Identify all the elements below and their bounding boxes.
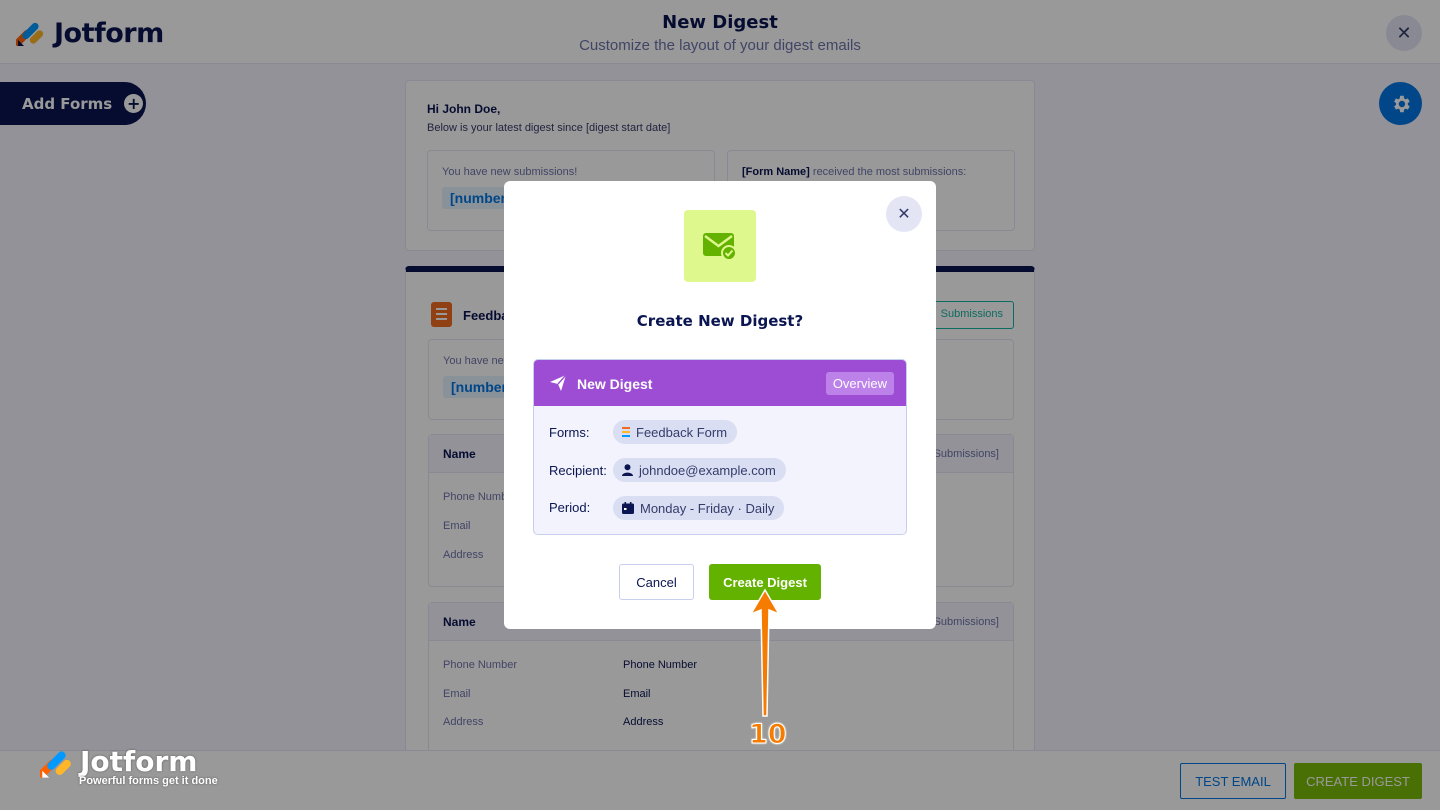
watermark-brand-name: Jotform: [80, 745, 198, 778]
recipient-chip: johndoe@example.com: [613, 458, 786, 482]
dialog-title: Create New Digest?: [636, 312, 804, 330]
step-arrow-icon: [749, 588, 781, 717]
envelope-check-icon: [703, 233, 737, 261]
forms-chip: Feedback Form: [613, 420, 738, 444]
digest-summary: New Digest Overview Forms: Feedback Form…: [533, 359, 907, 535]
forms-value: Feedback Form: [636, 424, 728, 440]
form-icon: [622, 427, 630, 437]
calendar-icon: [622, 502, 634, 514]
cancel-button[interactable]: Cancel: [619, 564, 694, 600]
paper-plane-icon: [550, 374, 567, 391]
period-value: Monday - Friday · Daily: [640, 500, 775, 516]
user-icon: [622, 464, 633, 476]
recipient-label: Recipient:: [549, 463, 607, 478]
step-number: 10: [749, 719, 788, 751]
overview-badge: Overview: [825, 372, 894, 395]
period-label: Period:: [549, 500, 591, 515]
watermark-tagline: Powerful forms get it done: [79, 775, 218, 787]
period-chip: Monday - Friday · Daily: [613, 496, 785, 520]
recipient-value: johndoe@example.com: [639, 462, 776, 478]
digest-mail-icon: [684, 210, 756, 282]
create-digest-dialog: ✕ Create New Digest? New Digest Overview…: [504, 181, 936, 629]
digest-name: New Digest: [577, 376, 653, 392]
jotform-watermark-icon: [40, 751, 71, 778]
digest-summary-header: New Digest Overview: [534, 360, 906, 406]
forms-label: Forms:: [549, 425, 590, 440]
close-icon[interactable]: ✕: [886, 196, 922, 232]
